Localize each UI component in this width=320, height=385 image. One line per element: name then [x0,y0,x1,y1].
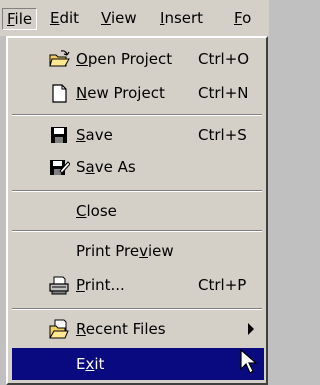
menu-item-recent-files[interactable]: Recent Files [12,314,264,344]
menu-item-save[interactable]: Save Ctrl+S [12,120,264,150]
menu-item-open-project[interactable]: Open Project Ctrl+O [12,44,264,74]
menu-item-exit[interactable]: Exit [12,348,264,380]
recent-files-icon [49,319,69,339]
save-disk-icon [51,127,67,143]
submenu-arrow-icon [248,323,254,335]
file-menu-dropdown: Open Project Ctrl+O New Project Ctrl+N S… [6,36,268,385]
new-document-icon [52,84,67,103]
menu-format[interactable]: Fo [234,8,251,28]
printer-icon [49,276,69,295]
menu-item-print-preview[interactable]: Print Preview [12,236,264,266]
menu-separator [12,190,262,192]
menu-view[interactable]: View [101,8,137,28]
menu-bar: File Edit View Insert Fo [0,0,269,36]
menu-item-close[interactable]: Close [12,196,264,226]
mouse-pointer-icon [240,349,258,374]
menu-edit[interactable]: Edit [50,8,79,28]
menu-item-new-project[interactable]: New Project Ctrl+N [12,78,264,108]
save-as-icon [50,160,70,175]
shortcut-label: Ctrl+S [198,126,247,144]
menu-separator [12,230,262,232]
shortcut-label: Ctrl+N [198,84,249,102]
shortcut-label: Ctrl+O [198,50,250,68]
menu-file[interactable]: File [2,8,38,30]
menu-item-save-as[interactable]: Save As [12,152,264,182]
shortcut-label: Ctrl+P [198,276,247,294]
menu-item-print[interactable]: Print... Ctrl+P [12,270,264,300]
open-folder-icon [49,50,70,67]
menu-insert[interactable]: Insert [160,8,203,28]
menu-separator [12,308,262,310]
menu-separator [12,114,262,116]
